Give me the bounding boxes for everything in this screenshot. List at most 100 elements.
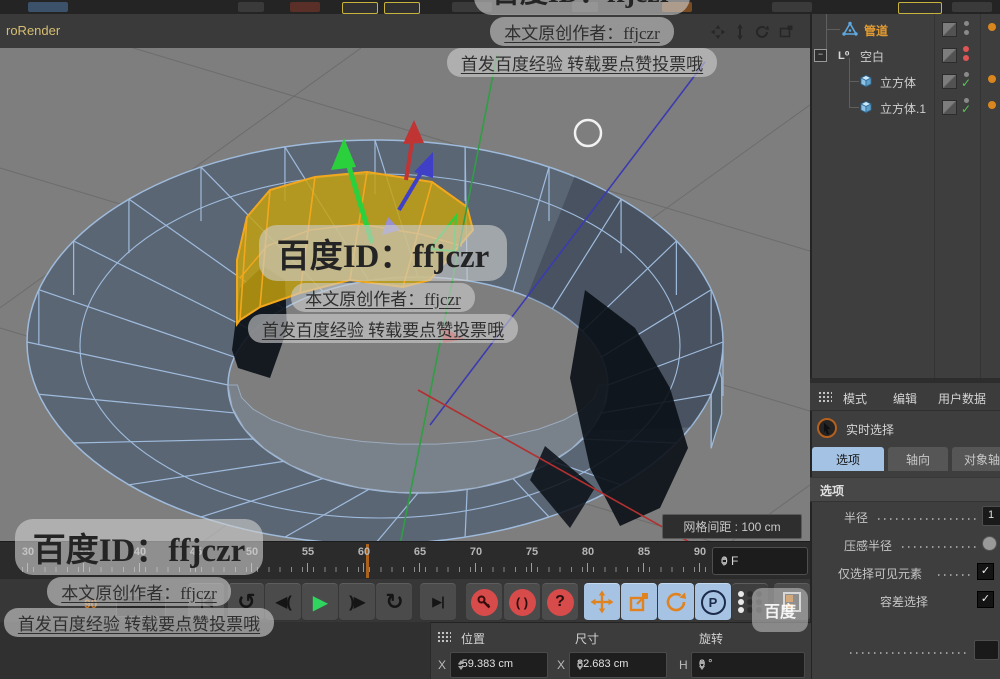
tag-dot[interactable]: [988, 75, 996, 83]
menu-userdata[interactable]: 用户数据: [938, 390, 986, 407]
toolbar-icon-stub[interactable]: [342, 2, 378, 14]
move-tool-button[interactable]: [584, 583, 620, 621]
goto-end-button[interactable]: ▶|: [420, 583, 456, 621]
toolbar-icon-stub[interactable]: [898, 2, 942, 14]
object-label[interactable]: 管道: [864, 22, 888, 39]
3d-viewport[interactable]: 网格间距 : 100 cm: [0, 48, 810, 541]
layer-toggle[interactable]: [942, 100, 957, 115]
position-header: 位置: [461, 632, 486, 646]
object-row-null[interactable]: − L⁰ 空白: [812, 42, 1000, 68]
visibility-dot[interactable]: [964, 30, 969, 35]
field-spinner[interactable]: [699, 658, 800, 672]
layer-toggle[interactable]: [942, 74, 957, 89]
visible-only-checkbox[interactable]: ✓: [977, 563, 994, 580]
object-row-pipe[interactable]: 管道: [812, 16, 1000, 42]
keying-options-button[interactable]: ?: [542, 583, 578, 621]
toolbar-icon-stub[interactable]: [290, 2, 320, 12]
expander-icon[interactable]: −: [814, 49, 827, 62]
snap-grid-button[interactable]: [732, 583, 768, 621]
frame-spinner[interactable]: [721, 554, 803, 568]
record-key-button[interactable]: [466, 583, 502, 621]
rotate-tool-button[interactable]: [658, 583, 694, 621]
extra-value-field[interactable]: [974, 640, 999, 660]
enabled-check-icon[interactable]: ✓: [961, 102, 971, 116]
visibility-dot-red[interactable]: [963, 46, 969, 52]
coordinates-panel: 位置 尺寸 旋转 X -59.383 cm X 82.683 cm H 0 °: [430, 622, 811, 679]
tag-dot[interactable]: [988, 23, 996, 31]
param-radius: 半径 1: [810, 506, 1000, 528]
end-frame-field[interactable]: [116, 595, 166, 617]
layer-toggle[interactable]: [942, 48, 957, 63]
toolbar-icon-stub[interactable]: [772, 2, 812, 12]
layout-icon: [783, 592, 801, 612]
autokey-button[interactable]: ( ): [504, 583, 540, 621]
toolbar-icon-stub[interactable]: [952, 2, 992, 12]
end-frame-label: 90: [84, 597, 98, 611]
current-frame-field[interactable]: 0 F: [712, 547, 808, 575]
panel-grip-icon[interactable]: [437, 631, 451, 643]
toolbar-icon-stub[interactable]: [662, 2, 692, 12]
frame-label-75: 75: [525, 546, 539, 558]
visibility-dot-red[interactable]: [963, 55, 969, 61]
layout-button[interactable]: [774, 583, 810, 621]
param-tolerant-selection: 容差选择 ✓: [810, 590, 1000, 612]
materials-area: [0, 622, 430, 679]
tab-object-axis[interactable]: 对象轴: [952, 447, 1000, 471]
viewport-menu-prorender[interactable]: roRender: [6, 23, 60, 38]
options-section-header[interactable]: 选项: [810, 477, 1000, 502]
enabled-check-icon[interactable]: ✓: [961, 76, 971, 90]
tolerant-selection-checkbox[interactable]: ✓: [977, 591, 994, 608]
toolbar-icon-stub[interactable]: [572, 2, 598, 12]
scale-tool-button[interactable]: [621, 583, 657, 621]
position-x-field[interactable]: -59.383 cm: [450, 652, 548, 678]
object-row-cube[interactable]: 立方体 ✓: [812, 68, 1000, 94]
param-visible-only: 仅选择可见元素 ✓: [810, 562, 1000, 584]
tag-dot[interactable]: [988, 101, 996, 109]
object-label[interactable]: 立方体.1: [880, 100, 926, 117]
viewport-rotate-icon[interactable]: [752, 22, 771, 41]
toolbar-icon-stub[interactable]: [238, 2, 264, 12]
previous-key-icon: ◀(: [275, 594, 292, 611]
previous-key-button[interactable]: ◀(: [265, 583, 301, 621]
viewport-pan-icon[interactable]: [708, 22, 727, 41]
layer-toggle[interactable]: [942, 22, 957, 37]
menu-mode[interactable]: 模式: [843, 390, 867, 407]
rotation-h-field[interactable]: 0 °: [691, 652, 805, 678]
section-title: 选项: [820, 484, 845, 498]
pressure-toggle[interactable]: [982, 536, 997, 551]
dotted-leader: [878, 518, 978, 520]
coordinate-system-button[interactable]: P: [695, 583, 731, 621]
dotted-leader: [850, 652, 970, 654]
dotted-leader: [902, 546, 978, 548]
next-key-icon: )▶: [349, 594, 366, 611]
tab-axis[interactable]: 轴向: [888, 447, 948, 471]
frame-label-50: 50: [245, 546, 259, 558]
active-tool-label: 实时选择: [846, 423, 895, 437]
cycle-back-button[interactable]: ↺: [228, 583, 264, 621]
object-label[interactable]: 立方体: [880, 74, 916, 91]
timeline-ruler[interactable]: 30 35 40 45 50 55 60 65 70 75 80 85 90 0 F: [0, 541, 810, 579]
panel-grip-icon[interactable]: [818, 391, 832, 403]
menu-edit[interactable]: 编辑: [893, 390, 917, 407]
goto-start-button[interactable]: |◀: [188, 583, 224, 621]
next-key-button[interactable]: )▶: [339, 583, 375, 621]
field-spinner[interactable]: [577, 658, 662, 672]
toolbar-icon-stub[interactable]: [452, 2, 492, 12]
tab-options[interactable]: 选项: [812, 447, 884, 471]
frame-label-40: 40: [133, 546, 147, 558]
play-button[interactable]: ▶: [302, 583, 338, 621]
cycle-forward-button[interactable]: ↻: [376, 583, 412, 621]
field-spinner[interactable]: [458, 658, 543, 672]
object-row-cube1[interactable]: 立方体.1 ✓: [812, 94, 1000, 120]
viewport-maximize-icon[interactable]: [776, 22, 795, 41]
axis-x2-label: X: [557, 658, 566, 672]
toolbar-icon-stub[interactable]: [384, 2, 420, 14]
visibility-dot[interactable]: [964, 21, 969, 26]
param-label: 压感半径: [844, 539, 893, 553]
radius-value-field[interactable]: 1: [982, 506, 1000, 526]
viewport-zoom-icon[interactable]: [730, 22, 749, 41]
param-label: 容差选择: [880, 595, 929, 609]
toolbar-icon-stub[interactable]: [28, 2, 68, 12]
object-label[interactable]: 空白: [860, 48, 884, 65]
size-x-field[interactable]: 82.683 cm: [569, 652, 667, 678]
